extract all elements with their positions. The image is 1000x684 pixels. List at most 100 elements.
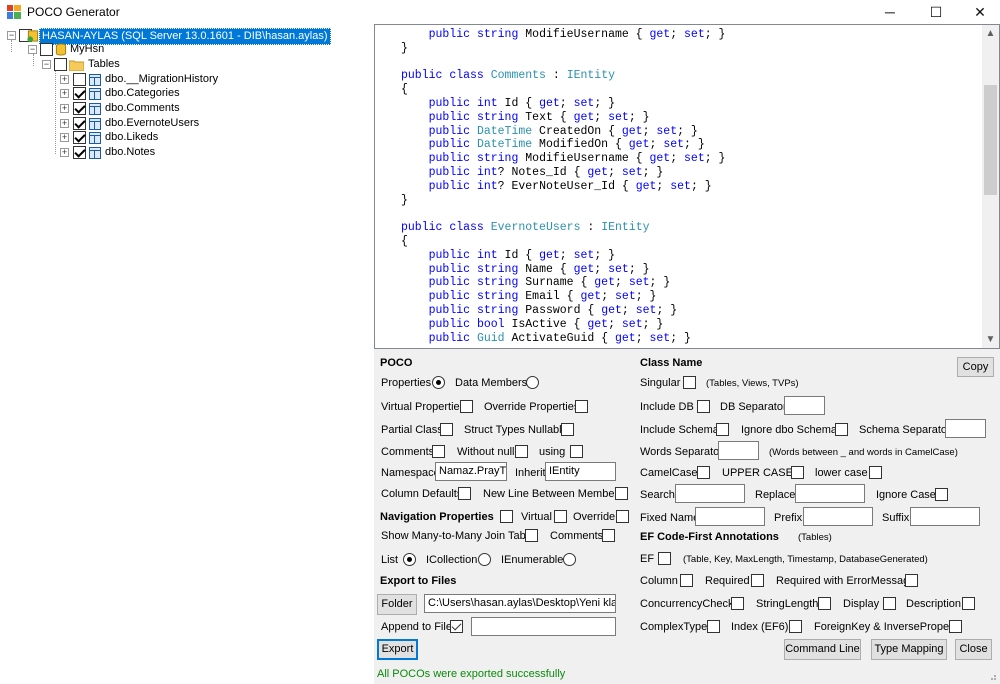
upper-case-checkbox[interactable] [791, 466, 804, 479]
database-label[interactable]: MyHsn [70, 42, 104, 57]
expand-icon[interactable]: + [60, 148, 69, 157]
properties-label[interactable]: Properties [381, 376, 431, 390]
data-members-radio[interactable] [526, 376, 539, 389]
nav-comments-label[interactable]: Comments [550, 529, 603, 543]
concurrency-check-label[interactable]: ConcurrencyCheck [640, 597, 734, 611]
singular-checkbox[interactable] [683, 376, 696, 389]
comments-label[interactable]: Comments [381, 445, 434, 459]
foreignkey-checkbox[interactable] [949, 620, 962, 633]
without-null-label[interactable]: Without null [457, 445, 514, 459]
icollection-radio[interactable] [478, 553, 491, 566]
include-schema-checkbox[interactable] [716, 423, 729, 436]
expand-icon[interactable]: + [60, 133, 69, 142]
collapse-icon[interactable]: − [28, 45, 37, 54]
export-button[interactable]: Export [377, 639, 418, 660]
properties-radio[interactable] [432, 376, 445, 389]
column-label[interactable]: Column [640, 574, 678, 588]
table-label[interactable]: dbo.Comments [105, 101, 180, 116]
ef-label[interactable]: EF [640, 552, 654, 566]
column-defaults-checkbox[interactable] [458, 487, 471, 500]
folder-button[interactable]: Folder [377, 594, 417, 615]
search-input[interactable] [675, 484, 745, 503]
include-schema-label[interactable]: Include Schema [640, 423, 719, 437]
tree-node-table[interactable]: + dbo.Comments [0, 101, 370, 116]
append-to-file-label[interactable]: Append to File [381, 620, 452, 634]
display-label[interactable]: Display [843, 597, 879, 611]
include-db-checkbox[interactable] [697, 400, 710, 413]
description-checkbox[interactable] [962, 597, 975, 610]
code-scrollbar[interactable]: ▲ ▼ [982, 25, 999, 348]
replace-input[interactable] [795, 484, 865, 503]
type-mapping-button[interactable]: Type Mapping [871, 639, 947, 660]
suffix-input[interactable] [910, 507, 980, 526]
database-checkbox[interactable] [40, 43, 53, 56]
concurrency-check-checkbox[interactable] [731, 597, 744, 610]
ef-checkbox[interactable] [658, 552, 671, 565]
camelcase-checkbox[interactable] [697, 466, 710, 479]
override-properties-label[interactable]: Override Properties [484, 400, 579, 414]
close-button[interactable]: Close [955, 639, 992, 660]
ignore-dbo-schema-checkbox[interactable] [835, 423, 848, 436]
index-ef6-checkbox[interactable] [789, 620, 802, 633]
nav-comments-checkbox[interactable] [602, 529, 615, 542]
table-label[interactable]: dbo.Likeds [105, 130, 158, 145]
list-label[interactable]: List [381, 553, 398, 567]
navigation-checkbox[interactable] [500, 510, 513, 523]
display-checkbox[interactable] [883, 597, 896, 610]
expand-icon[interactable]: + [60, 119, 69, 128]
complex-type-label[interactable]: ComplexType [640, 620, 707, 634]
required-label[interactable]: Required [705, 574, 750, 588]
string-length-checkbox[interactable] [818, 597, 831, 610]
singular-label[interactable]: Singular [640, 376, 680, 390]
table-label[interactable]: dbo.Categories [105, 86, 180, 101]
using-label[interactable]: using [539, 445, 565, 459]
tree-node-table[interactable]: + dbo.__MigrationHistory [0, 72, 370, 87]
column-defaults-label[interactable]: Column Defaults [381, 487, 462, 501]
lower-case-checkbox[interactable] [869, 466, 882, 479]
required-checkbox[interactable] [751, 574, 764, 587]
required-with-error-checkbox[interactable] [905, 574, 918, 587]
words-separator-input[interactable] [718, 441, 759, 460]
table-label[interactable]: dbo.__MigrationHistory [105, 72, 218, 87]
tree-node-database[interactable]: − MyHsn [0, 42, 370, 57]
virtual-properties-checkbox[interactable] [460, 400, 473, 413]
folder-path-input[interactable]: C:\Users\hasan.aylas\Desktop\Yeni klasör [424, 594, 616, 613]
copy-button[interactable]: Copy [957, 357, 994, 377]
schema-separator-input[interactable] [945, 419, 986, 438]
code-preview[interactable]: public string ModifieUsername { get; set… [374, 24, 1000, 349]
lower-case-label[interactable]: lower case [815, 466, 868, 480]
description-label[interactable]: Description [906, 597, 961, 611]
ignore-case-label[interactable]: Ignore Case [876, 488, 936, 502]
inherit-input[interactable]: IEntity [545, 462, 616, 481]
code-text[interactable]: public string ModifieUsername { get; set… [401, 28, 725, 345]
include-db-label[interactable]: Include DB [640, 400, 694, 414]
nav-virtual-label[interactable]: Virtual [521, 510, 552, 524]
ienumerable-label[interactable]: IEnumerable [501, 553, 563, 567]
icollection-label[interactable]: ICollection [426, 553, 477, 567]
ienumerable-radio[interactable] [563, 553, 576, 566]
foreignkey-label[interactable]: ForeignKey & InverseProperty [814, 620, 961, 634]
tree-node-server[interactable]: − HASAN-AYLAS (SQL Server 13.0.1601 - DI… [0, 28, 370, 45]
table-label[interactable]: dbo.EvernoteUsers [105, 116, 199, 131]
minimize-button[interactable]: ─ [868, 0, 912, 24]
data-members-label[interactable]: Data Members [455, 376, 527, 390]
scroll-up-icon[interactable]: ▲ [982, 25, 999, 42]
table-checkbox[interactable] [73, 146, 86, 159]
tree-node-table[interactable]: + dbo.EvernoteUsers [0, 116, 370, 131]
command-line-button[interactable]: Command Line [784, 639, 861, 660]
tree-node-table[interactable]: + dbo.Categories [0, 86, 370, 101]
struct-types-nullable-checkbox[interactable] [561, 423, 574, 436]
namespace-input[interactable]: Namaz.PrayTir [435, 462, 507, 481]
tree-node-table[interactable]: + dbo.Notes [0, 145, 370, 160]
nav-override-checkbox[interactable] [616, 510, 629, 523]
prefix-input[interactable] [803, 507, 873, 526]
tree-node-tables[interactable]: − Tables [0, 57, 370, 72]
partial-class-label[interactable]: Partial Class [381, 423, 443, 437]
table-label[interactable]: dbo.Notes [105, 145, 155, 160]
expand-icon[interactable]: + [60, 75, 69, 84]
partial-class-checkbox[interactable] [440, 423, 453, 436]
new-line-label[interactable]: New Line Between Members [483, 487, 624, 501]
close-window-button[interactable]: ✕ [958, 0, 1000, 24]
expand-icon[interactable]: + [60, 104, 69, 113]
virtual-properties-label[interactable]: Virtual Properties [381, 400, 465, 414]
